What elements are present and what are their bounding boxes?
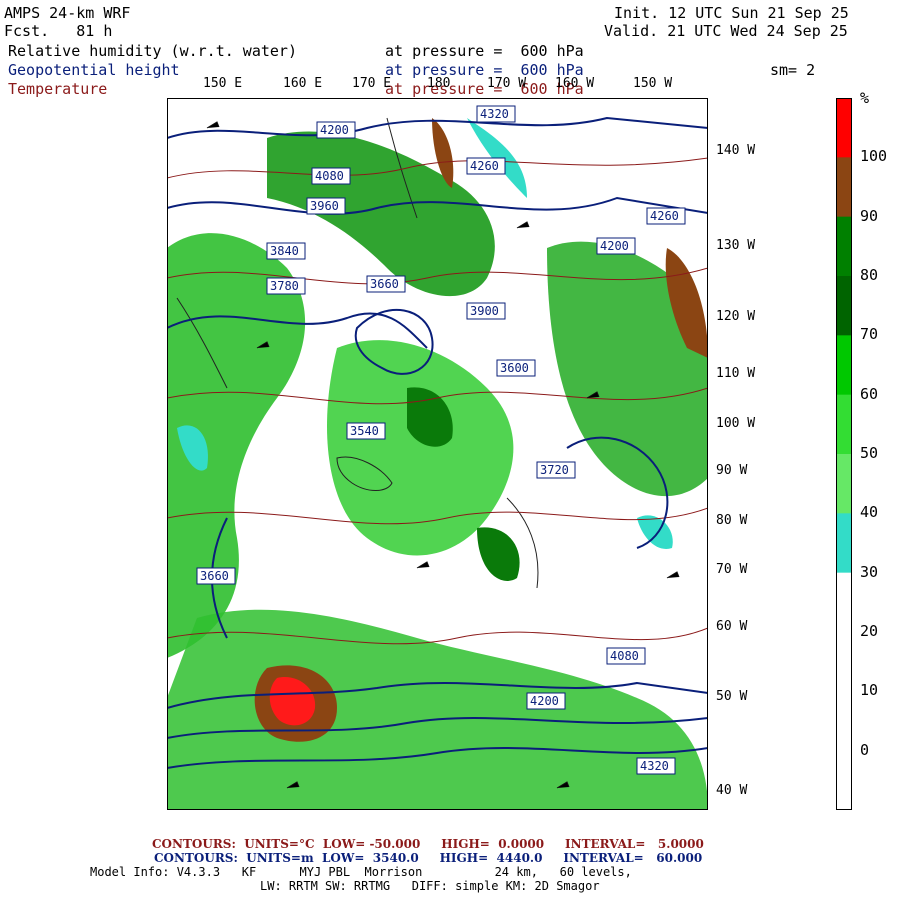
colorbar-tick-label: 10 — [860, 681, 879, 700]
lat-label-80w: 80 W — [716, 513, 748, 528]
colorbar-tick-label: 30 — [860, 562, 879, 581]
height-label-14: 4260 — [650, 209, 679, 223]
colorbar-tick-label: 70 — [860, 325, 879, 344]
colorbar-tick-label: 40 — [860, 503, 879, 522]
colorbar-segment — [836, 216, 852, 277]
height-label-7: 3780 — [270, 279, 299, 293]
colorbar-tick-label: 0 — [860, 740, 870, 759]
height-label-2: 4320 — [480, 107, 509, 121]
lat-label-120w: 120 W — [716, 309, 756, 324]
lat-label-90w: 90 W — [716, 463, 748, 478]
height-label-6: 3840 — [270, 244, 299, 258]
colorbar-tick-label: 20 — [860, 622, 879, 640]
fcst-value: 81 h — [76, 22, 113, 40]
pressure-line-2: at pressure = 600 hPa — [385, 61, 584, 79]
lon-label-160w: 160 W — [555, 76, 595, 91]
physics-info: LW: RRTM SW: RRTMG DIFF: simple KM: 2D S… — [260, 879, 600, 893]
pressure-line-1: at pressure = 600 hPa — [385, 42, 584, 60]
forecast-label: Fcst. 81 h — [4, 22, 112, 40]
colorbar-segment — [836, 454, 852, 514]
height-label-12: 3540 — [350, 424, 379, 438]
colorbar-segment — [836, 394, 852, 455]
field-temp-label: Temperature — [8, 80, 108, 98]
height-label-9: 3900 — [470, 304, 499, 318]
valid-time: Valid. 21 UTC Wed 24 Sep 25 — [604, 22, 848, 40]
pressure-value-1: 600 hPa — [520, 42, 584, 60]
colorbar-segment — [836, 632, 852, 692]
humidity-colorbar — [836, 98, 852, 810]
colorbar-tick-label: 100 — [860, 147, 888, 166]
lat-label-60w: 60 W — [716, 619, 748, 634]
lon-label-180: 180 — [427, 76, 451, 91]
lon-label-170e: 170 E — [352, 76, 392, 91]
temperature-contour-info: CONTOURS: UNITS=°C LOW= -50.000 HIGH= 0.… — [152, 837, 704, 851]
colorbar-segment — [836, 98, 852, 158]
colorbar-segment — [836, 157, 852, 218]
colorbar-tick-label: 90 — [860, 206, 879, 225]
colorbar-segment — [836, 276, 852, 336]
height-label-17: 4320 — [640, 759, 669, 773]
height-label-10: 3600 — [500, 361, 529, 375]
smoothing-label: sm= 2 — [770, 61, 816, 79]
height-label-15: 4080 — [610, 649, 639, 663]
lat-label-140w: 140 W — [716, 143, 756, 158]
lat-label-130w: 130 W — [716, 238, 756, 253]
colorbar-unit: % — [860, 89, 870, 107]
field-height-label: Geopotential height — [8, 61, 180, 79]
fcst-label: Fcst. — [4, 22, 50, 40]
lon-label-150e: 150 E — [203, 76, 243, 91]
init-time: Init. 12 UTC Sun 21 Sep 25 — [614, 4, 849, 22]
pressure-label-1: at pressure = — [385, 42, 503, 60]
height-label-4: 4080 — [315, 169, 344, 183]
height-contour-info: CONTOURS: UNITS=m LOW= 3540.0 HIGH= 4440… — [154, 851, 703, 865]
height-label-1: 4200 — [320, 123, 349, 137]
colorbar-tick-label: 60 — [860, 384, 879, 403]
height-label-5: 3960 — [310, 199, 339, 213]
lat-label-100w: 100 W — [716, 416, 756, 431]
lon-label-150w: 150 W — [633, 76, 673, 91]
lat-label-70w: 70 W — [716, 562, 748, 577]
weather-map: 4200 4320 4260 4080 3960 3840 3780 3660 … — [167, 98, 708, 810]
pressure-line-3: at pressure = 600 hPa — [385, 80, 584, 98]
lon-label-160e: 160 E — [283, 76, 323, 91]
field-rh-label: Relative humidity (w.r.t. water) — [8, 42, 297, 60]
height-label-8: 3660 — [370, 277, 399, 291]
colorbar-tick-label: 50 — [860, 444, 879, 462]
colorbar-segment — [836, 750, 852, 810]
colorbar-segment — [836, 335, 852, 396]
lat-label-40w: 40 W — [716, 783, 748, 798]
model-title: AMPS 24-km WRF — [4, 4, 131, 22]
colorbar-segment — [836, 513, 852, 574]
lat-label-50w: 50 W — [716, 689, 748, 704]
height-label-11: 3720 — [540, 463, 569, 477]
model-info: Model Info: V4.3.3 KF MYJ PBL Morrison 2… — [90, 865, 632, 879]
colorbar-tick-label: 80 — [860, 266, 879, 284]
colorbar-segment — [836, 691, 852, 752]
colorbar-segment — [836, 572, 852, 633]
height-label-16: 4200 — [530, 694, 559, 708]
lat-label-110w: 110 W — [716, 366, 756, 381]
height-label-13: 4200 — [600, 239, 629, 253]
height-label-18: 3660 — [200, 569, 229, 583]
height-label-3: 4260 — [470, 159, 499, 173]
lon-label-170w: 170 W — [487, 76, 527, 91]
